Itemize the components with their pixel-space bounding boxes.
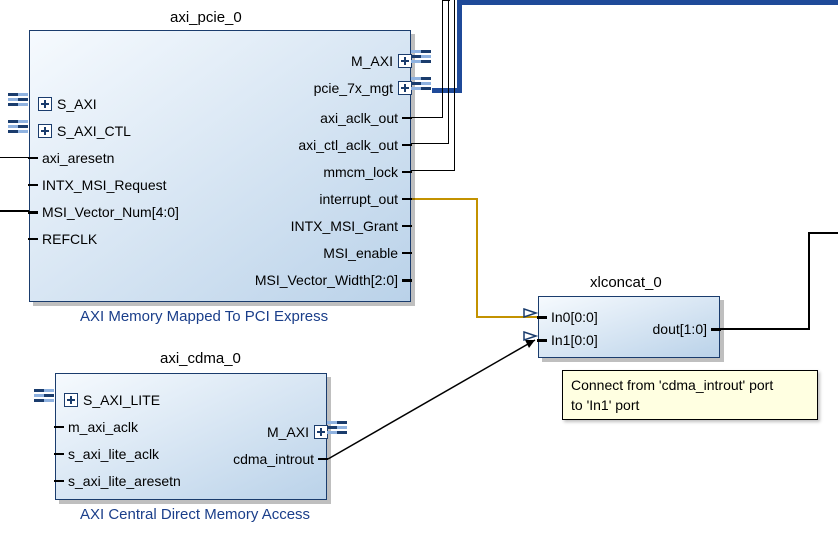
port-label: M_AXI — [351, 53, 393, 69]
tooltip-line: Connect from 'cdma_introut' port — [571, 375, 809, 395]
port-mmcm-lock[interactable]: mmcm_lock — [323, 164, 412, 180]
bus-stub-m-axi — [411, 50, 431, 63]
port-label: REFCLK — [42, 231, 97, 247]
wire-dout-h — [720, 328, 810, 330]
block-axi-pcie[interactable]: S_AXI S_AXI_CTL axi_aresetn INTX_MSI_Req… — [29, 30, 411, 302]
port-label: INTX_MSI_Grant — [291, 218, 398, 234]
port-label: MSI_Vector_Num[4:0] — [42, 204, 179, 220]
pcie-desc-label: AXI Memory Mapped To PCI Express — [80, 308, 328, 325]
block-xlconcat[interactable]: In0[0:0] In1[0:0] dout[1:0] — [538, 296, 720, 358]
port-refclk[interactable]: REFCLK — [28, 231, 97, 247]
port-dout[interactable]: dout[1:0] — [653, 321, 722, 337]
expand-icon[interactable] — [38, 97, 52, 111]
expand-icon[interactable] — [38, 124, 52, 138]
port-axi-aresetn[interactable]: axi_aresetn — [28, 150, 114, 166]
port-in1[interactable]: In1[0:0] — [537, 332, 598, 348]
wire-mmcm-h — [410, 170, 454, 171]
port-label: INTX_MSI_Request — [42, 177, 167, 193]
port-label: dout[1:0] — [653, 321, 708, 337]
port-s-axi-lite-aresetn[interactable]: s_axi_lite_aresetn — [54, 473, 181, 489]
port-label: axi_aresetn — [42, 150, 114, 166]
port-label: axi_aclk_out — [320, 110, 398, 126]
wire-ctlaclk-h — [410, 143, 448, 144]
port-label: pcie_7x_mgt — [314, 80, 393, 96]
bus-stub-pcie7x — [411, 77, 431, 90]
port-axi-ctl-aclk-out[interactable]: axi_ctl_aclk_out — [298, 137, 412, 153]
bus-stub-cdma-m-axi — [327, 421, 347, 434]
port-label: interrupt_out — [319, 191, 398, 207]
cdma-inst-label: axi_cdma_0 — [160, 350, 241, 367]
port-label: In1[0:0] — [551, 332, 598, 348]
port-axi-aclk-out[interactable]: axi_aclk_out — [320, 110, 412, 126]
port-label: S_AXI — [57, 96, 97, 112]
port-label: M_AXI — [267, 424, 309, 440]
wire-pcie7x-top — [457, 0, 838, 5]
pcie-inst-label: axi_pcie_0 — [170, 9, 242, 26]
port-label: mmcm_lock — [323, 164, 398, 180]
cdma-desc-label: AXI Central Direct Memory Access — [80, 506, 310, 523]
wire-ctlaclk-v — [448, 0, 449, 144]
bus-stub-s-axi — [8, 93, 28, 106]
port-msi-vector-num[interactable]: MSI_Vector_Num[4:0] — [28, 204, 179, 220]
port-label: axi_ctl_aclk_out — [298, 137, 398, 153]
wire-dout-top — [808, 232, 838, 234]
connection-tooltip: Connect from 'cdma_introut' port to 'In1… — [562, 370, 818, 420]
port-label: MSI_enable — [323, 245, 398, 261]
wire-intr-h2 — [476, 316, 538, 318]
wire-aresetn-in — [0, 157, 30, 158]
tooltip-line: to 'In1' port — [571, 395, 809, 415]
wire-pcie7x-v — [457, 0, 462, 93]
port-cdma-introut[interactable]: cdma_introut — [233, 451, 328, 467]
port-label: m_axi_aclk — [68, 419, 138, 435]
bus-stub-s-axi-ctl — [8, 120, 28, 133]
port-label: cdma_introut — [233, 451, 314, 467]
expand-icon[interactable] — [64, 393, 78, 407]
port-s-axi[interactable]: S_AXI — [28, 96, 97, 112]
port-m-axi-aclk[interactable]: m_axi_aclk — [54, 419, 138, 435]
port-msi-enable[interactable]: MSI_enable — [323, 245, 412, 261]
port-in0[interactable]: In0[0:0] — [537, 309, 598, 325]
wire-intr-v — [476, 198, 478, 318]
port-intx-msi-grant[interactable]: INTX_MSI_Grant — [291, 218, 412, 234]
wire-mmcm-v — [454, 0, 455, 171]
expand-icon[interactable] — [398, 81, 412, 95]
port-m-axi[interactable]: M_AXI — [351, 53, 412, 69]
wire-dout-v — [808, 232, 810, 330]
expand-icon[interactable] — [314, 425, 328, 439]
port-label: s_axi_lite_aclk — [68, 446, 159, 462]
block-axi-cdma[interactable]: S_AXI_LITE m_axi_aclk s_axi_lite_aclk s_… — [55, 373, 327, 500]
port-interrupt-out[interactable]: interrupt_out — [319, 191, 412, 207]
port-s-axi-lite-aclk[interactable]: s_axi_lite_aclk — [54, 446, 159, 462]
port-msi-vector-width[interactable]: MSI_Vector_Width[2:0] — [255, 272, 412, 288]
wire-aclk-h — [410, 117, 442, 118]
wire-aclk-v — [442, 0, 443, 118]
port-s-axi-ctl[interactable]: S_AXI_CTL — [28, 123, 131, 139]
port-label: In0[0:0] — [551, 309, 598, 325]
port-intx-msi-request[interactable]: INTX_MSI_Request — [28, 177, 167, 193]
port-label: S_AXI_LITE — [83, 392, 160, 408]
port-label: MSI_Vector_Width[2:0] — [255, 272, 398, 288]
wire-msivec-in — [0, 210, 30, 212]
port-s-axi-lite[interactable]: S_AXI_LITE — [54, 392, 160, 408]
port-label: s_axi_lite_aresetn — [68, 473, 181, 489]
port-cdma-m-axi[interactable]: M_AXI — [267, 424, 328, 440]
port-label: S_AXI_CTL — [57, 123, 131, 139]
expand-icon[interactable] — [398, 54, 412, 68]
bus-stub-s-axi-lite — [34, 389, 54, 402]
diagram-canvas[interactable]: axi_pcie_0 S_AXI S_AXI_CTL axi_aresetn I… — [0, 0, 838, 543]
xlconcat-inst-label: xlconcat_0 — [590, 274, 662, 291]
wire-intr-h1 — [410, 198, 478, 200]
port-pcie-7x-mgt[interactable]: pcie_7x_mgt — [314, 80, 412, 96]
